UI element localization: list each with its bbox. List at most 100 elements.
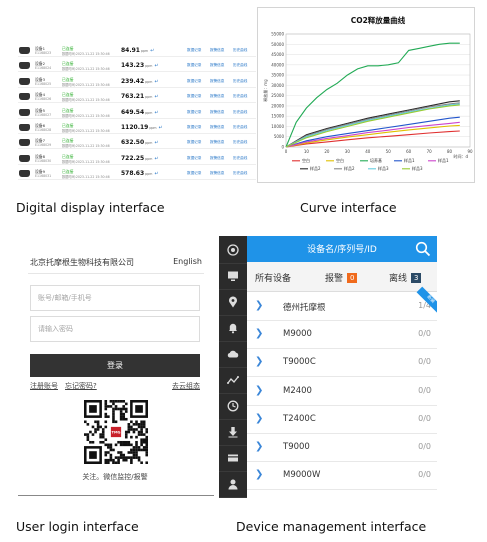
data-record-link[interactable]: 数据记录	[187, 156, 201, 161]
alarm-info-link[interactable]: 报警信息	[210, 156, 224, 161]
device-group-name: T9000C	[283, 357, 316, 368]
alarm-info-link[interactable]: 报警信息	[210, 110, 224, 115]
cloud-config-link[interactable]: 去云组态	[172, 381, 200, 391]
qr-module	[94, 430, 97, 434]
search-title[interactable]: 设备名/序列号/ID	[247, 242, 437, 255]
device-row[interactable]: 设备3 E1168025 已连接 数据时间:2023-11-22 15:30:46 23…	[18, 76, 256, 88]
qr-module	[142, 420, 146, 424]
refresh-arrow-icon[interactable]: ↵	[158, 125, 162, 131]
data-record-link[interactable]: 数据记录	[187, 140, 201, 145]
search-icon[interactable]	[415, 241, 431, 257]
history-curve-link[interactable]: 历史曲线	[233, 63, 247, 68]
refresh-arrow-icon[interactable]: ↵	[154, 63, 158, 69]
sidebar-item[interactable]	[219, 262, 247, 290]
device-list-item[interactable]: ❯ T9000C 0/0	[247, 349, 437, 378]
sidebar-item[interactable]	[219, 444, 247, 472]
data-record-link[interactable]: 数据记录	[187, 79, 201, 84]
refresh-arrow-icon[interactable]: ↵	[154, 156, 158, 162]
data-record-link[interactable]: 数据记录	[187, 63, 201, 68]
x-tick-label: 70	[427, 149, 433, 154]
sidebar-item[interactable]	[219, 470, 247, 498]
history-curve-link[interactable]: 历史曲线	[233, 79, 247, 84]
device-list-item[interactable]: ❯ M9000W 0/0	[247, 462, 437, 491]
device-row[interactable]: 设备6 E1168028 已连接 数据时间:2023-11-22 15:30:46 11…	[18, 122, 256, 134]
alarm-info-link[interactable]: 报警信息	[210, 125, 224, 130]
chart-title: CO2释放量曲线	[351, 15, 406, 25]
tab-alarm[interactable]: 报警 0	[325, 271, 358, 284]
qr-module	[119, 400, 123, 403]
refresh-arrow-icon[interactable]: ↵	[154, 94, 158, 100]
qr-module	[145, 448, 148, 452]
device-list-item[interactable]: ❯ T2400C 0/0	[247, 405, 437, 434]
device-row[interactable]: 设备5 E1168027 已连接 数据时间:2023-11-22 15:30:46 64…	[18, 107, 256, 119]
chevron-right-icon: ❯	[255, 441, 264, 452]
qr-module	[132, 428, 136, 431]
device-list-item[interactable]: ❯ 德州托摩根 1/4	[247, 293, 437, 321]
sidebar-item[interactable]	[219, 392, 247, 420]
target-icon	[227, 244, 239, 256]
data-record-link[interactable]: 数据记录	[187, 125, 201, 130]
data-record-link[interactable]: 数据记录	[187, 171, 201, 176]
qr-module	[130, 448, 133, 452]
device-list-item[interactable]: ❯ M9000 0/0	[247, 321, 437, 350]
sidebar-item[interactable]	[219, 366, 247, 394]
qr-module	[114, 443, 118, 447]
alarm-info-link[interactable]: 报警信息	[210, 63, 224, 68]
qr-module	[130, 425, 133, 429]
qr-module	[140, 448, 143, 452]
qr-module	[112, 415, 115, 418]
data-record-link[interactable]: 数据记录	[187, 48, 201, 53]
device-list-item[interactable]: ❯ M2400 0/0	[247, 377, 437, 406]
reading-value: 143.23ppm ↵	[121, 62, 159, 70]
alarm-info-link[interactable]: 报警信息	[210, 79, 224, 84]
refresh-arrow-icon[interactable]: ↵	[154, 171, 158, 177]
sidebar-item[interactable]	[219, 288, 247, 316]
history-curve-link[interactable]: 历史曲线	[233, 171, 247, 176]
tab-offline[interactable]: 离线 3	[389, 271, 422, 284]
sidebar-item[interactable]	[219, 340, 247, 368]
refresh-arrow-icon[interactable]: ↵	[154, 140, 158, 146]
history-curve-link[interactable]: 历史曲线	[233, 48, 247, 53]
alarm-info-link[interactable]: 报警信息	[210, 48, 224, 53]
language-switch[interactable]: English	[173, 257, 202, 266]
history-curve-link[interactable]: 历史曲线	[233, 140, 247, 145]
refresh-arrow-icon[interactable]: ↵	[154, 110, 158, 116]
device-row[interactable]: 设备2 E1168024 已连接 数据时间:2023-11-22 15:30:46 14…	[18, 60, 256, 73]
account-input[interactable]	[30, 285, 200, 311]
qr-module	[99, 425, 102, 429]
sidebar-item[interactable]	[219, 236, 247, 264]
device-row[interactable]: 设备7 E1168029 已连接 数据时间:2023-11-22 15:30:46 63…	[18, 137, 256, 150]
qr-module	[142, 433, 146, 436]
sidebar-item[interactable]	[219, 418, 247, 446]
alarm-info-link[interactable]: 报警信息	[210, 140, 224, 145]
alarm-info-link[interactable]: 报警信息	[210, 94, 224, 99]
history-curve-link[interactable]: 历史曲线	[233, 125, 247, 130]
y-tick-label: 40000	[271, 62, 284, 67]
history-curve-link[interactable]: 历史曲线	[233, 110, 247, 115]
device-list-item[interactable]: ❯ T9000 0/0	[247, 434, 437, 462]
device-row[interactable]: 设备4 E1168026 已连接 数据时间:2023-11-22 15:30:46 76…	[18, 91, 256, 104]
history-curve-link[interactable]: 历史曲线	[233, 94, 247, 99]
data-record-link[interactable]: 数据记录	[187, 110, 201, 115]
qr-module	[135, 453, 138, 457]
refresh-arrow-icon[interactable]: ↵	[150, 48, 154, 54]
forgot-password-link[interactable]: 忘记密码?	[65, 381, 97, 391]
qr-module	[101, 433, 105, 436]
qr-module	[114, 456, 118, 459]
device-row[interactable]: 设备1 E1168023 已连接 数据时间:2023-11-22 15:30:46 84…	[18, 45, 256, 57]
data-record-link[interactable]: 数据记录	[187, 94, 201, 99]
history-curve-link[interactable]: 历史曲线	[233, 156, 247, 161]
sidebar-item[interactable]	[219, 314, 247, 342]
qr-module	[104, 400, 108, 403]
device-row[interactable]: 设备9 E1168031 已连接 数据时间:2023-11-22 15:30:46 57…	[18, 168, 256, 181]
qr-module	[130, 461, 133, 464]
register-link[interactable]: 注册账号	[30, 381, 58, 391]
refresh-arrow-icon[interactable]: ↵	[154, 79, 158, 85]
alarm-info-link[interactable]: 报警信息	[210, 171, 224, 176]
tab-all-devices[interactable]: 所有设备	[255, 271, 291, 284]
data-time: 数据时间:2023-11-22 15:30:46	[62, 175, 110, 180]
login-button[interactable]: 登录	[30, 354, 200, 377]
password-input[interactable]	[30, 316, 200, 342]
device-row[interactable]: 设备8 E1168030 已连接 数据时间:2023-11-22 15:30:46 72…	[18, 153, 256, 165]
qr-module	[130, 458, 133, 462]
